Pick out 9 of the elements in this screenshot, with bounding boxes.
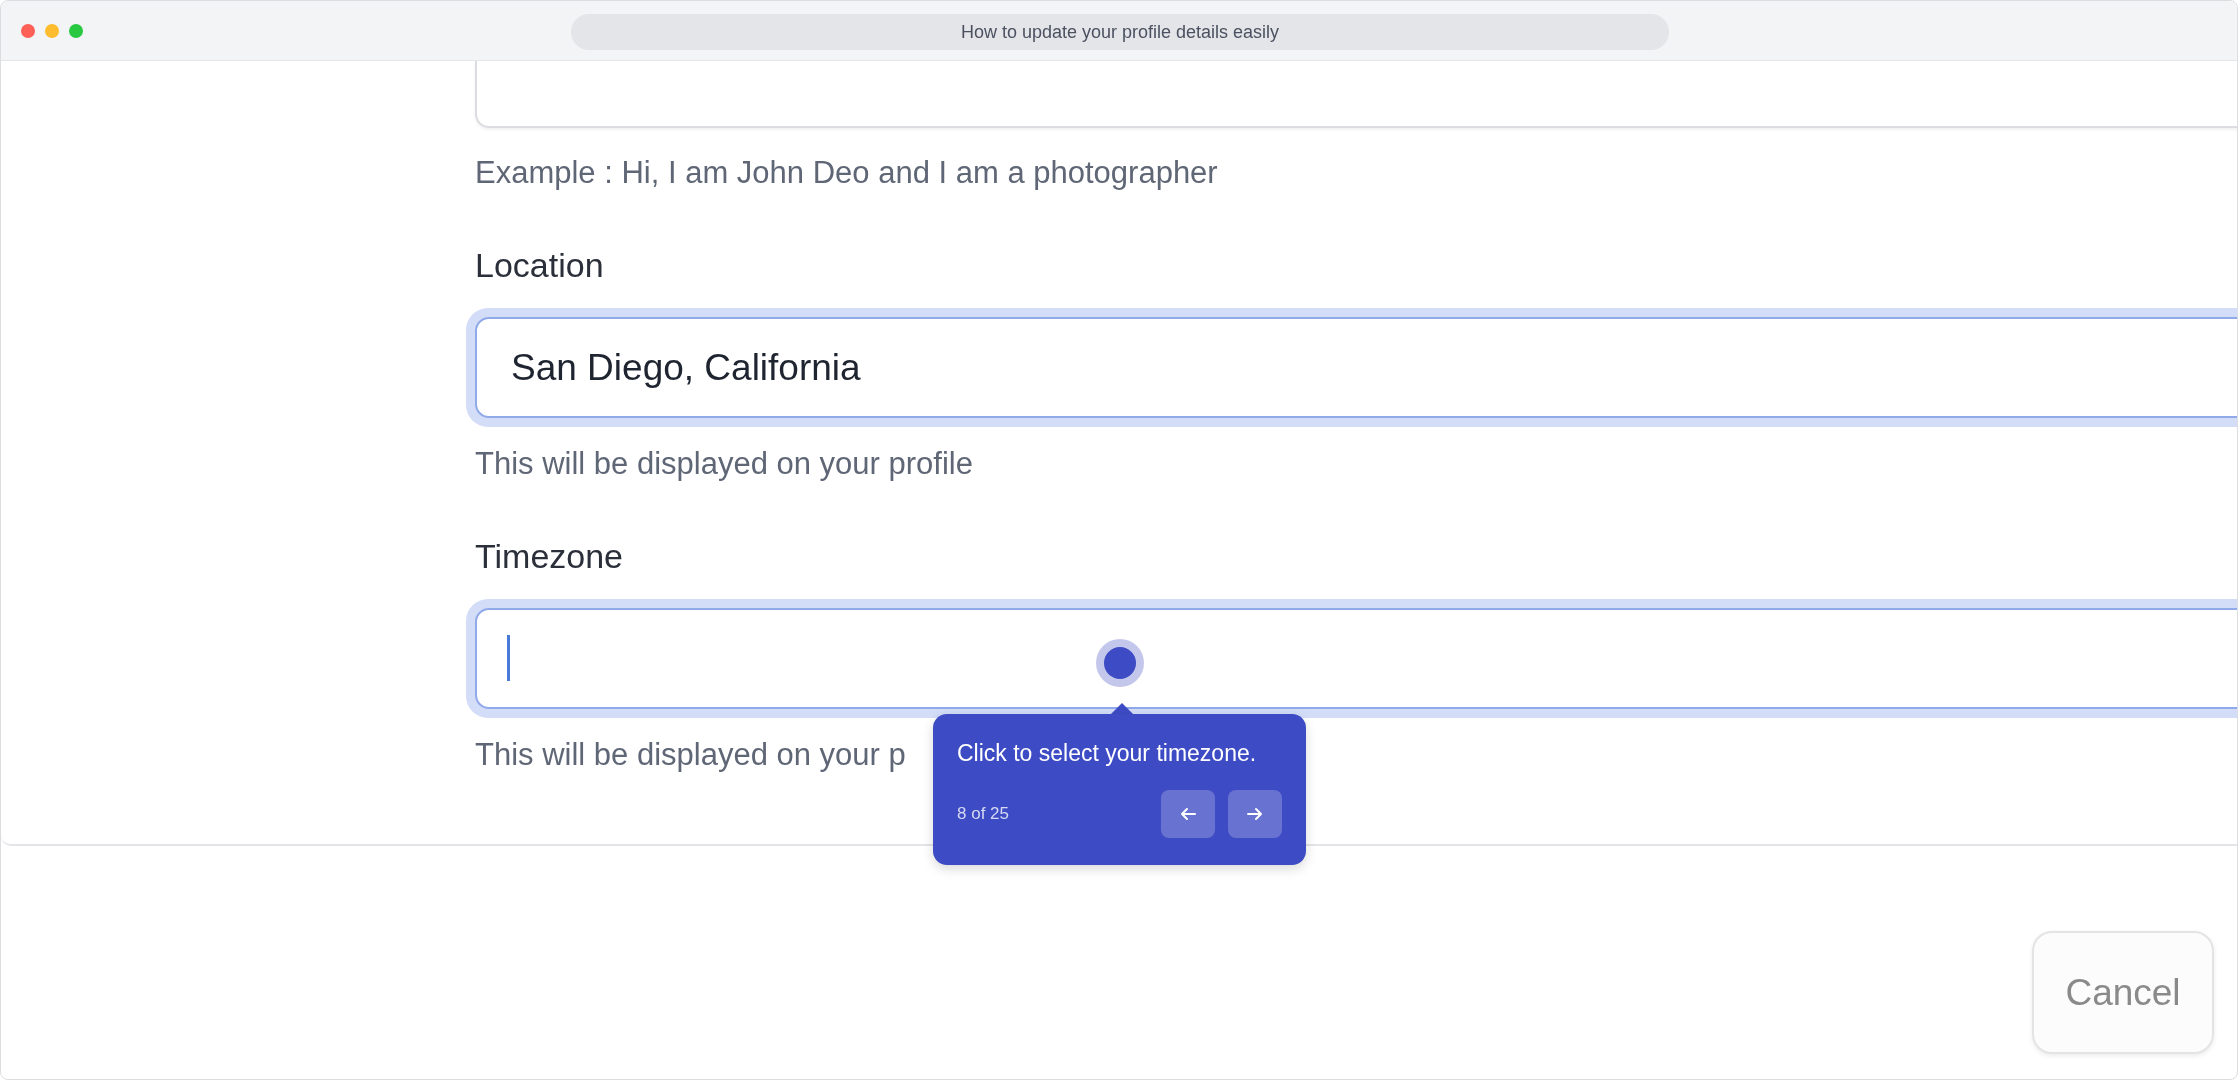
helper-text: This will be displayed on your profile [475, 445, 973, 483]
helper-text: This will be displayed on your p [475, 735, 906, 774]
input-field[interactable]: San Diego, California [466, 308, 2237, 427]
field-label: Location [475, 245, 605, 286]
window-title: How to update your profile details easily [571, 14, 1669, 50]
field-label: Timezone [475, 536, 625, 577]
tooltip-text: Click to select your timezone. [957, 739, 1258, 768]
helper-text: Example : Hi, I am John Deo and I am a photographer [475, 154, 1218, 192]
step-counter: 8 of 25 [957, 802, 1009, 825]
